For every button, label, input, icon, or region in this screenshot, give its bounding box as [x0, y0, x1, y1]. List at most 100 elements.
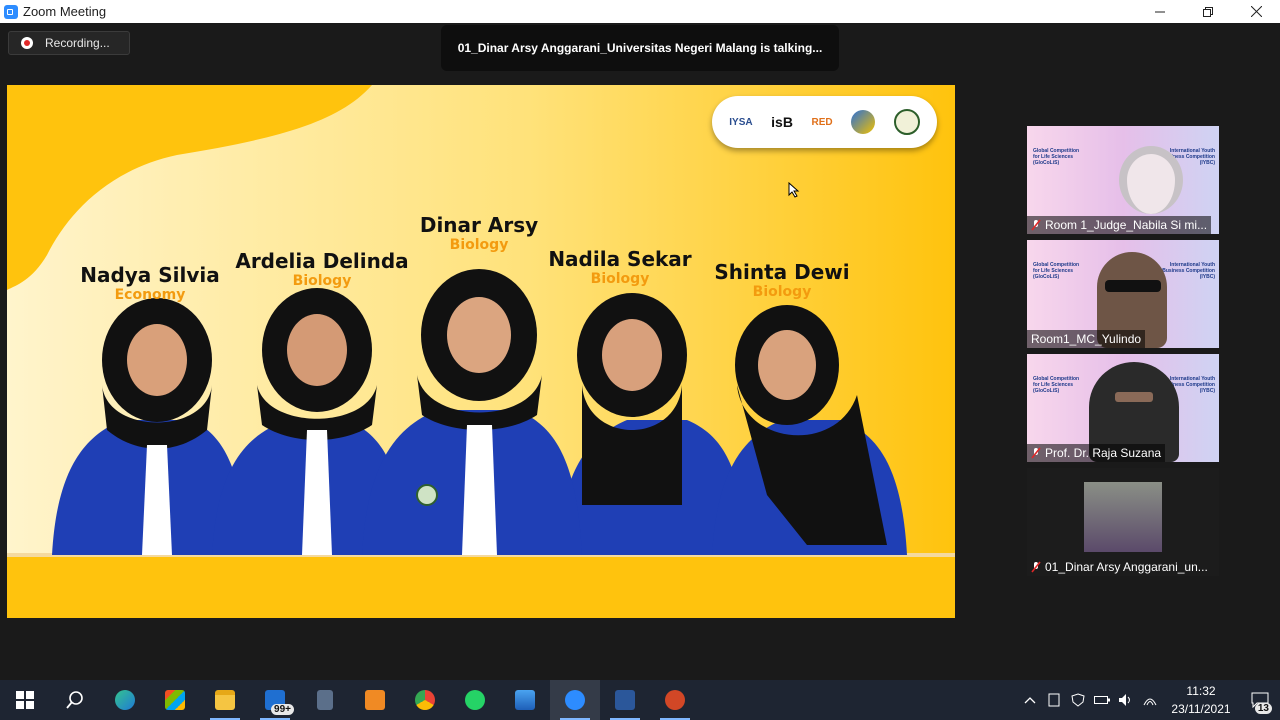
muted-mic-icon — [1031, 561, 1041, 573]
students-photo — [52, 269, 907, 555]
recording-label: Recording... — [45, 36, 110, 50]
chrome-icon — [415, 690, 435, 710]
participant-tile[interactable]: Global Competition for Life Sciences (GloC… — [1027, 240, 1219, 348]
person-major: Biology — [752, 284, 812, 300]
background-text-left: Global Competition for Life Sciences (GloC… — [1033, 376, 1080, 394]
store-icon — [165, 690, 185, 710]
chevron-up-icon — [1024, 697, 1036, 704]
windows-start-icon — [16, 691, 34, 709]
person-caption: Nadila Sekar Biology — [548, 247, 691, 287]
search-button[interactable] — [50, 680, 100, 720]
window-controls — [1136, 0, 1280, 23]
shared-screen-slide: IYSA isB RED Nadya Silvia Economy Ardeli… — [7, 85, 955, 618]
network-tray[interactable] — [1138, 680, 1162, 720]
show-hidden-icons[interactable] — [1018, 680, 1042, 720]
powerpoint-app[interactable] — [650, 680, 700, 720]
edge-icon — [115, 690, 135, 710]
participant-name-label: Room 1_Judge_Nabila Si mi... — [1027, 216, 1212, 234]
media-player-app[interactable] — [350, 680, 400, 720]
store-app[interactable] — [150, 680, 200, 720]
person-caption: Nadya Silvia Economy — [80, 263, 220, 303]
edge-app[interactable] — [100, 680, 150, 720]
battery-icon — [1094, 696, 1110, 704]
zoom-icon — [565, 690, 585, 710]
zoom-app-icon — [4, 4, 18, 19]
background-text-left: Global Competition for Life Sciences (GloC… — [1033, 148, 1080, 166]
meeting-area: Recording... 01_Dinar Arsy Anggarani_Uni… — [0, 23, 1280, 680]
device-icon — [1048, 693, 1060, 707]
volume-tray[interactable] — [1114, 680, 1138, 720]
shield-icon — [1071, 693, 1085, 707]
participant-profile-photo — [1084, 482, 1162, 552]
person-name: Dinar Arsy — [419, 213, 539, 237]
person-major: Biology — [590, 271, 650, 287]
speaker-icon — [1119, 694, 1130, 706]
person-major: Biology — [449, 237, 509, 253]
person-name: Nadya Silvia — [80, 263, 220, 287]
face-eyes — [1115, 392, 1153, 402]
close-button[interactable] — [1232, 0, 1280, 23]
muted-mic-icon — [1031, 447, 1041, 459]
participant-name-label: Prof. Dr. Raja Suzana — [1027, 444, 1166, 462]
system-tray: 11:32 23/11/2021 13 — [1018, 680, 1280, 720]
search-icon — [66, 691, 83, 709]
clock-time: 11:32 — [1186, 684, 1216, 698]
person-caption: Dinar Arsy Biology — [420, 213, 538, 253]
start-button[interactable] — [0, 680, 50, 720]
file-explorer-app[interactable] — [200, 680, 250, 720]
active-speaker-banner: 01_Dinar Arsy Anggarani_Universitas Nege… — [441, 25, 839, 71]
word-app[interactable] — [600, 680, 650, 720]
mail-app[interactable]: 99+ — [250, 680, 300, 720]
person-major: Economy — [114, 287, 186, 303]
person-name: Ardelia Delinda — [235, 249, 409, 273]
minimize-button[interactable] — [1136, 0, 1184, 23]
window-titlebar: Zoom Meeting — [0, 0, 1280, 23]
participant-tile[interactable]: Global Competition for Life Sciences (GloC… — [1027, 126, 1219, 234]
whatsapp-app[interactable] — [450, 680, 500, 720]
wifi-icon — [1143, 698, 1157, 706]
participant-video — [1119, 146, 1183, 214]
person-major: Biology — [292, 273, 352, 289]
restore-button[interactable] — [1184, 0, 1232, 23]
window-title: Zoom Meeting — [23, 4, 107, 19]
muted-mic-icon — [1031, 219, 1041, 231]
clock-date: 23/11/2021 — [1171, 702, 1231, 716]
person-caption: Ardelia Delinda Biology — [235, 249, 408, 289]
person-name: Shinta Dewi — [714, 260, 850, 284]
participant-tile[interactable]: 01_Dinar Arsy Anggarani_un... — [1027, 468, 1219, 576]
background-text-right: International Youth Business Competition(… — [1162, 262, 1215, 280]
notification-count: 13 — [1254, 703, 1272, 714]
glasses — [1105, 280, 1161, 292]
participant-name-label: Room1_MC_Yulindo — [1027, 330, 1146, 348]
person-caption: Shinta Dewi Biology — [714, 260, 849, 300]
chrome-app[interactable] — [400, 680, 450, 720]
slide-footer-band — [7, 557, 955, 618]
participant-name-label: 01_Dinar Arsy Anggarani_un... — [1027, 558, 1212, 576]
calculator-icon — [317, 690, 333, 710]
close-icon — [1250, 6, 1262, 17]
notification-center-button[interactable]: 13 — [1240, 680, 1280, 720]
photos-icon — [515, 690, 535, 710]
record-icon — [21, 37, 33, 49]
tray-app-icon[interactable] — [1042, 680, 1066, 720]
system-clock[interactable]: 11:32 23/11/2021 — [1162, 682, 1240, 718]
zoom-app[interactable] — [550, 680, 600, 720]
powerpoint-icon — [665, 690, 685, 710]
security-tray[interactable] — [1066, 680, 1090, 720]
battery-tray[interactable] — [1090, 680, 1114, 720]
participant-tile[interactable]: Global Competition for Life Sciences (GloC… — [1027, 354, 1219, 462]
photos-app[interactable] — [500, 680, 550, 720]
file-explorer-icon — [215, 690, 235, 710]
background-text-left: Global Competition for Life Sciences (GloC… — [1033, 262, 1080, 280]
restore-icon — [1203, 6, 1213, 17]
minimize-icon — [1155, 11, 1165, 12]
calculator-app[interactable] — [300, 680, 350, 720]
windows-taskbar: 99+ 11:32 23/11/2021 13 — [0, 680, 1280, 720]
word-icon — [615, 690, 635, 710]
recording-indicator[interactable]: Recording... — [8, 31, 130, 55]
person-name: Nadila Sekar — [548, 247, 692, 271]
media-player-icon — [365, 690, 385, 710]
mail-badge: 99+ — [271, 704, 294, 715]
mouse-cursor — [788, 182, 800, 198]
whatsapp-icon — [465, 690, 485, 710]
